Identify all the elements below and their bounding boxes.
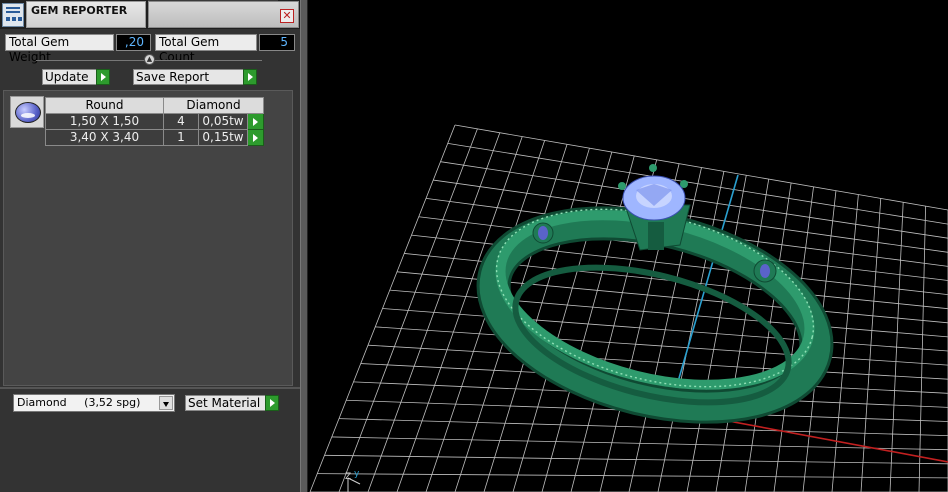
update-button[interactable]: Update	[42, 69, 110, 85]
play-icon	[96, 69, 110, 85]
splitter-knob-icon[interactable]: ▲	[144, 54, 155, 65]
play-icon[interactable]	[247, 113, 264, 130]
row-count: 4	[163, 113, 199, 130]
row-weight: 0,15tw	[198, 129, 248, 146]
total-weight-label: Total Gem Weight	[5, 34, 114, 64]
axis-triad-icon: Z y	[345, 469, 361, 492]
total-count-label: Total Gem Count	[155, 34, 257, 64]
set-material-label: Set Material	[188, 396, 261, 410]
save-report-label: Save Report	[136, 70, 210, 84]
material-select[interactable]: Diamond (3,52 spg)	[13, 394, 175, 412]
play-icon	[265, 395, 279, 411]
ring-model	[476, 164, 834, 424]
gem-table: Round Diamond 1,50 X 1,50 4 0,05tw 3,40 …	[45, 97, 264, 146]
row-weight: 0,05tw	[198, 113, 248, 130]
material-select-value: Diamond (3,52 spg)	[17, 396, 141, 409]
close-icon[interactable]: ✕	[280, 9, 294, 23]
gem-reporter-panel: GEM REPORTER ✕ Total Gem Weight ,20 Tota…	[0, 0, 300, 492]
panel-title: GEM REPORTER	[31, 4, 128, 17]
panel-splitter[interactable]	[300, 0, 308, 492]
ground-grid	[309, 124, 948, 492]
table-row: 3,40 X 3,40 1 0,15tw	[45, 129, 264, 146]
axis-label-z: Z	[345, 472, 351, 482]
total-count-value: 5	[259, 34, 295, 51]
gem-thumbnail-icon[interactable]	[10, 96, 44, 128]
table-row: 1,50 X 1,50 4 0,05tw	[45, 113, 264, 130]
title-tab: GEM REPORTER	[26, 1, 146, 28]
axis-label-y: y	[354, 469, 360, 479]
play-icon[interactable]	[247, 129, 264, 146]
play-icon	[243, 69, 257, 85]
divider	[0, 387, 300, 389]
table-header-row: Round Diamond	[45, 97, 264, 114]
title-strip: ✕	[148, 1, 299, 28]
header-shape: Round	[45, 97, 164, 114]
update-button-label: Update	[45, 70, 89, 84]
set-material-button[interactable]: Set Material	[185, 395, 279, 411]
viewport-canvas: Z y	[309, 124, 948, 492]
gem-reporter-icon	[2, 3, 24, 27]
row-count: 1	[163, 129, 199, 146]
panel-titlebar: GEM REPORTER ✕	[0, 0, 300, 29]
chevron-down-icon[interactable]	[159, 396, 173, 410]
save-report-button[interactable]: Save Report	[133, 69, 257, 85]
header-material: Diamond	[163, 97, 264, 114]
3d-viewport[interactable]: Z y	[308, 0, 948, 492]
total-weight-value: ,20	[116, 34, 151, 51]
row-size: 1,50 X 1,50	[45, 113, 164, 130]
row-size: 3,40 X 3,40	[45, 129, 164, 146]
